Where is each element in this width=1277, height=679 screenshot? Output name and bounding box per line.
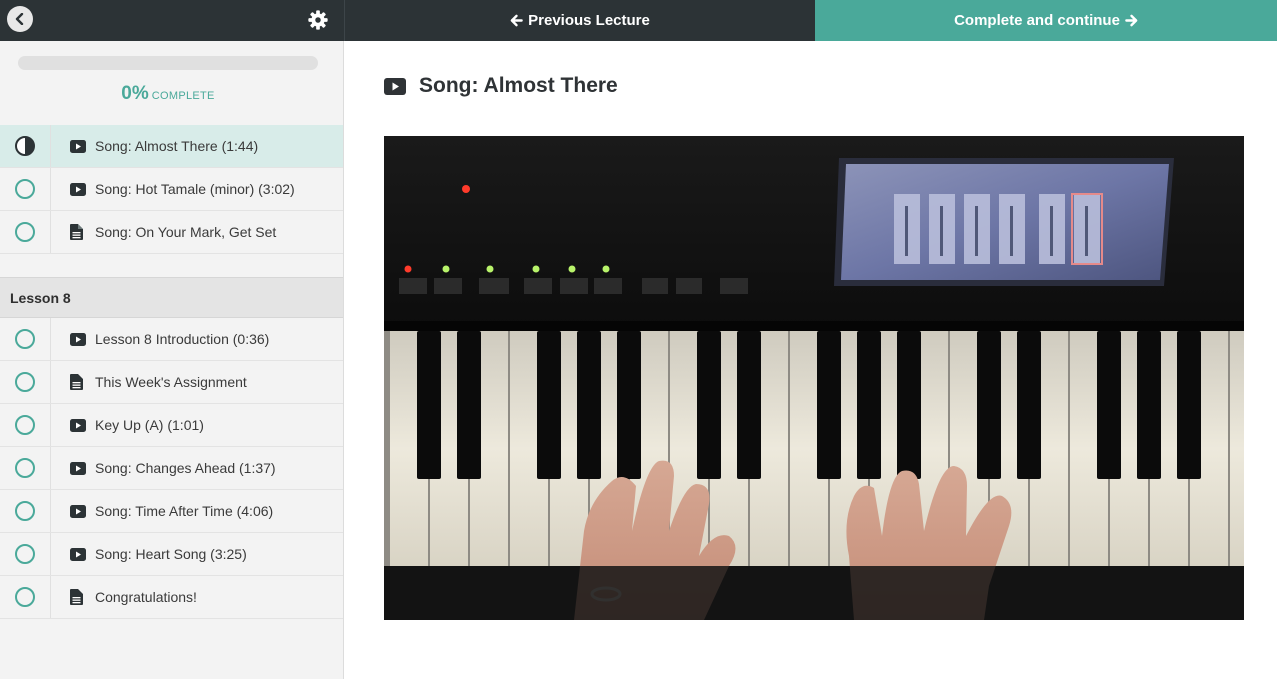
progress-bar (18, 56, 318, 70)
lecture-item-title: Song: Almost There (1:44) (95, 138, 259, 154)
progress-complete-label: COMPLETE (151, 90, 215, 102)
black-key (537, 331, 561, 479)
black-key (617, 331, 641, 479)
previous-lecture-button[interactable]: Previous Lecture (344, 0, 815, 41)
lecture-item[interactable]: Song: Almost There (1:44) (0, 125, 343, 168)
status-cell (0, 318, 51, 360)
section-spacer (0, 254, 343, 277)
back-button[interactable] (7, 6, 33, 32)
black-key (737, 331, 761, 479)
progress-text: 0% COMPLETE (0, 83, 336, 105)
black-key (897, 331, 921, 479)
status-cell (0, 125, 51, 167)
section-title: Lesson 8 (10, 289, 71, 306)
previous-lecture-label: Previous Lecture (528, 12, 650, 29)
status-cell (0, 447, 51, 489)
video-icon (70, 139, 86, 153)
lecture-item-title: Song: Heart Song (3:25) (95, 546, 247, 562)
lecture-content: Song: Almost There (344, 41, 1277, 679)
lecture-item-title: This Week's Assignment (95, 374, 247, 390)
complete-and-continue-button[interactable]: Complete and continue (815, 0, 1277, 41)
lecture-item-title: Key Up (A) (1:01) (95, 417, 204, 433)
course-sidebar[interactable]: 0% COMPLETE Song: Almost There (1:44) Son… (0, 41, 344, 679)
lecture-item-title: Congratulations! (95, 589, 197, 605)
lecture-item[interactable]: Song: Heart Song (3:25) (0, 533, 343, 576)
arrow-left-icon (510, 14, 523, 27)
status-cell (0, 361, 51, 403)
chevron-left-icon (15, 13, 24, 25)
complete-and-continue-label: Complete and continue (954, 12, 1120, 29)
document-icon (70, 374, 86, 390)
document-icon (70, 224, 86, 240)
video-icon (70, 504, 86, 518)
incomplete-status-icon (15, 372, 35, 392)
lecture-item[interactable]: Congratulations! (0, 576, 343, 619)
video-icon (70, 418, 86, 432)
video-player[interactable] (384, 136, 1244, 620)
status-cell (0, 404, 51, 446)
status-cell (0, 576, 51, 618)
lecture-title: Song: Almost There (419, 74, 618, 97)
lecture-item-title: Song: Hot Tamale (minor) (3:02) (95, 181, 295, 197)
top-bar: Previous Lecture Complete and continue (0, 0, 1277, 41)
sidebar-header (0, 0, 344, 41)
lecture-item[interactable]: Song: Changes Ahead (1:37) (0, 447, 343, 490)
status-cell (0, 533, 51, 575)
piano-video-frame (384, 136, 1244, 620)
lecture-item[interactable]: Song: Hot Tamale (minor) (3:02) (0, 168, 343, 211)
incomplete-status-icon (15, 458, 35, 478)
incomplete-status-icon (15, 501, 35, 521)
white-key (1230, 331, 1244, 566)
video-icon (70, 547, 86, 561)
black-key (1137, 331, 1161, 479)
lecture-item-title: Song: On Your Mark, Get Set (95, 224, 277, 240)
progress-percent: 0% (121, 83, 149, 104)
black-key (697, 331, 721, 479)
lecture-item-title: Lesson 8 Introduction (0:36) (95, 331, 270, 347)
video-icon (384, 77, 406, 95)
video-icon (70, 461, 86, 475)
section-header-lesson-8: Lesson 8 (0, 277, 343, 318)
video-icon (70, 332, 86, 346)
incomplete-status-icon (15, 179, 35, 199)
lecture-item[interactable]: Song: Time After Time (4:06) (0, 490, 343, 533)
lecture-heading: Song: Almost There (384, 74, 618, 98)
incomplete-status-icon (15, 222, 35, 242)
gear-icon[interactable] (307, 9, 329, 31)
incomplete-status-icon (15, 329, 35, 349)
lecture-item-title: Song: Changes Ahead (1:37) (95, 460, 276, 476)
incomplete-status-icon (15, 587, 35, 607)
arrow-right-icon (1125, 14, 1138, 27)
in-progress-status-icon (15, 136, 35, 156)
black-key (1097, 331, 1121, 479)
lecture-item[interactable]: Lesson 8 Introduction (0:36) (0, 318, 343, 361)
status-cell (0, 211, 51, 253)
black-key (1017, 331, 1041, 479)
black-key (977, 331, 1001, 479)
black-key (817, 331, 841, 479)
black-key (417, 331, 441, 479)
lecture-item[interactable]: Key Up (A) (1:01) (0, 404, 343, 447)
status-cell (0, 168, 51, 210)
status-cell (0, 490, 51, 532)
document-icon (70, 589, 86, 605)
lecture-item-title: Song: Time After Time (4:06) (95, 503, 274, 519)
black-key (457, 331, 481, 479)
lecture-item[interactable]: This Week's Assignment (0, 361, 343, 404)
course-progress: 0% COMPLETE (0, 41, 343, 125)
lecture-item[interactable]: Song: On Your Mark, Get Set (0, 211, 343, 254)
black-key (1177, 331, 1201, 479)
incomplete-status-icon (15, 415, 35, 435)
black-key (857, 331, 881, 479)
incomplete-status-icon (15, 544, 35, 564)
video-icon (70, 182, 86, 196)
black-key (577, 331, 601, 479)
